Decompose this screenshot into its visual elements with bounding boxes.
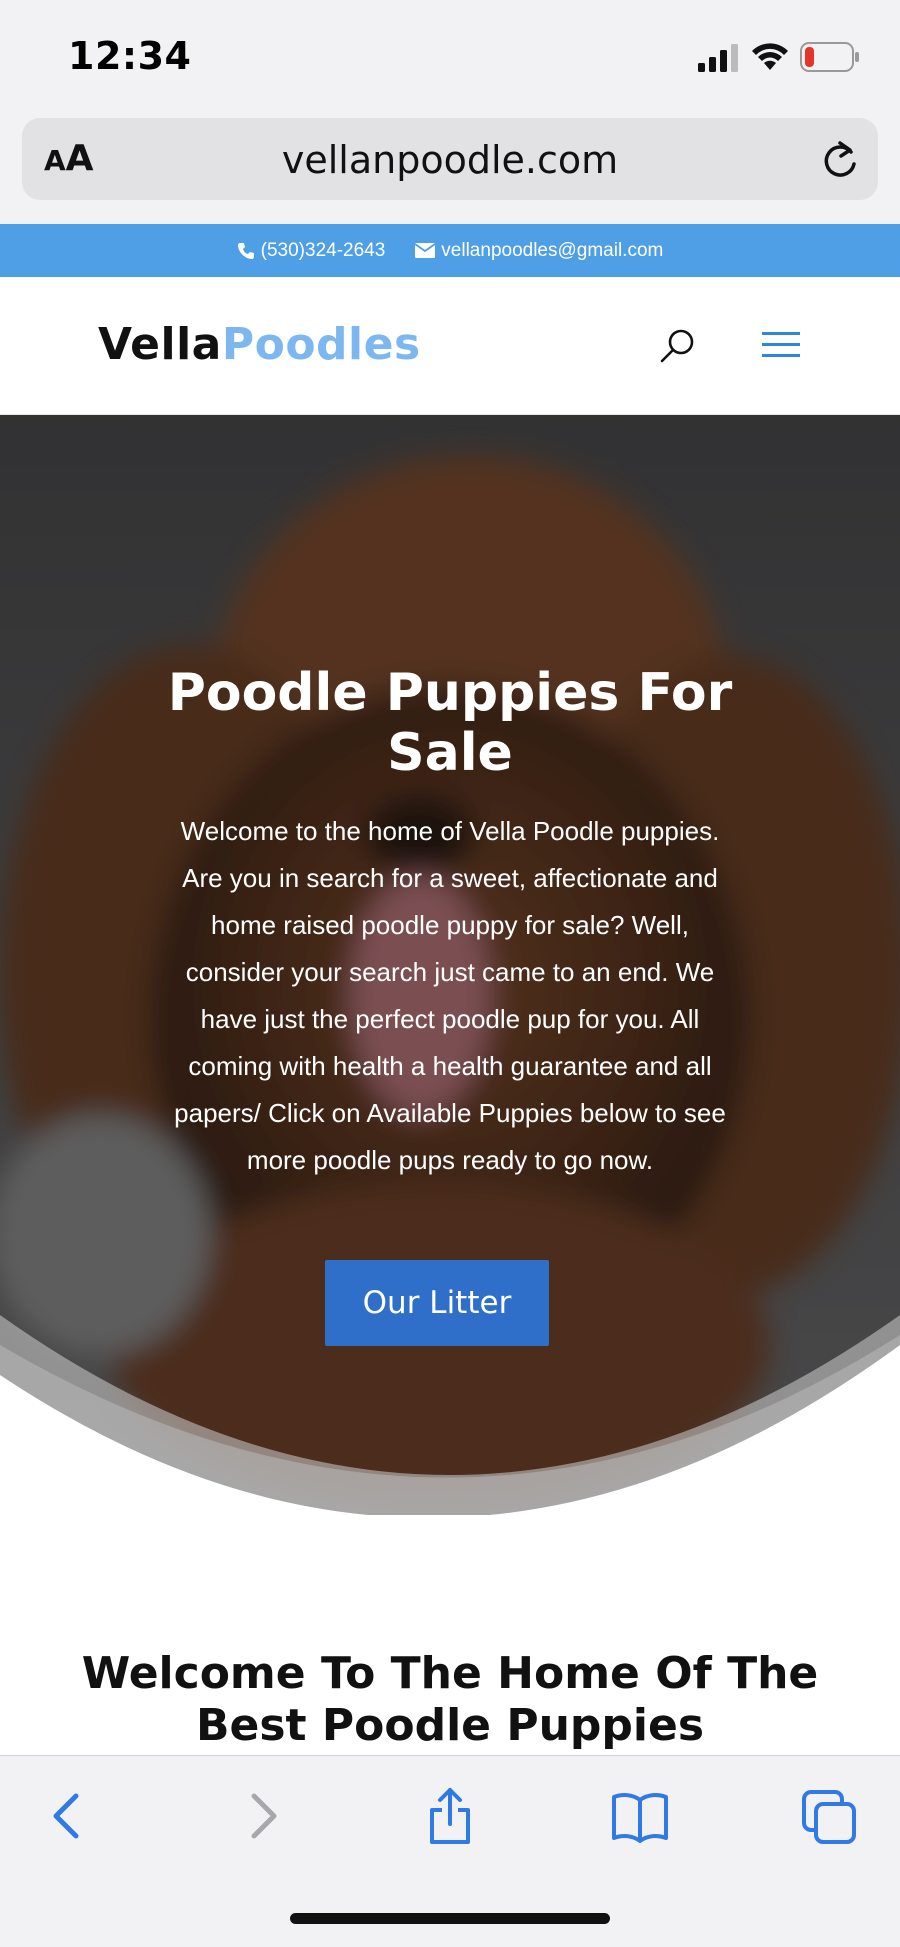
site-logo[interactable]: VellaPoodles bbox=[98, 319, 421, 370]
contact-strip: (530)324-2643 vellanpoodles@gmail.com bbox=[0, 224, 900, 277]
url-text[interactable]: vellanpoodle.com bbox=[22, 138, 878, 182]
hero-description: Welcome to the home of Vella Poodle pupp… bbox=[174, 816, 726, 1175]
chevron-right-icon[interactable] bbox=[232, 1786, 292, 1846]
hero-title: Poodle Puppies For Sale bbox=[167, 663, 733, 783]
phone-link[interactable]: (530)324-2643 bbox=[237, 239, 386, 262]
email-address: vellanpoodles@gmail.com bbox=[441, 239, 664, 261]
phone-number: (530)324-2643 bbox=[260, 239, 386, 261]
wifi-icon bbox=[752, 43, 788, 70]
site-header: VellaPoodles bbox=[0, 277, 900, 415]
cellular-signal-icon bbox=[698, 44, 738, 72]
status-bar: 12:34 bbox=[0, 0, 900, 112]
welcome-heading: Welcome To The Home Of The Best Poodle P… bbox=[81, 1648, 819, 1751]
our-litter-button[interactable]: Our Litter bbox=[325, 1260, 549, 1346]
mail-icon bbox=[415, 243, 436, 258]
hamburger-menu-icon[interactable] bbox=[762, 329, 800, 361]
browser-address-area: AA vellanpoodle.com bbox=[0, 112, 900, 224]
home-indicator[interactable] bbox=[290, 1913, 610, 1924]
status-time: 12:34 bbox=[68, 34, 192, 78]
search-icon[interactable] bbox=[658, 327, 696, 365]
reload-icon[interactable] bbox=[820, 138, 860, 180]
tabs-icon[interactable] bbox=[800, 1786, 860, 1846]
hero-section: Poodle Puppies For Sale Welcome to the h… bbox=[0, 415, 900, 1515]
email-link[interactable]: vellanpoodles@gmail.com bbox=[415, 240, 663, 262]
share-icon[interactable] bbox=[420, 1786, 480, 1846]
chevron-left-icon[interactable] bbox=[38, 1786, 98, 1846]
phone-icon bbox=[237, 242, 254, 259]
battery-low-icon bbox=[800, 42, 859, 72]
address-bar[interactable]: AA vellanpoodle.com bbox=[22, 118, 878, 200]
book-icon[interactable] bbox=[610, 1786, 670, 1846]
